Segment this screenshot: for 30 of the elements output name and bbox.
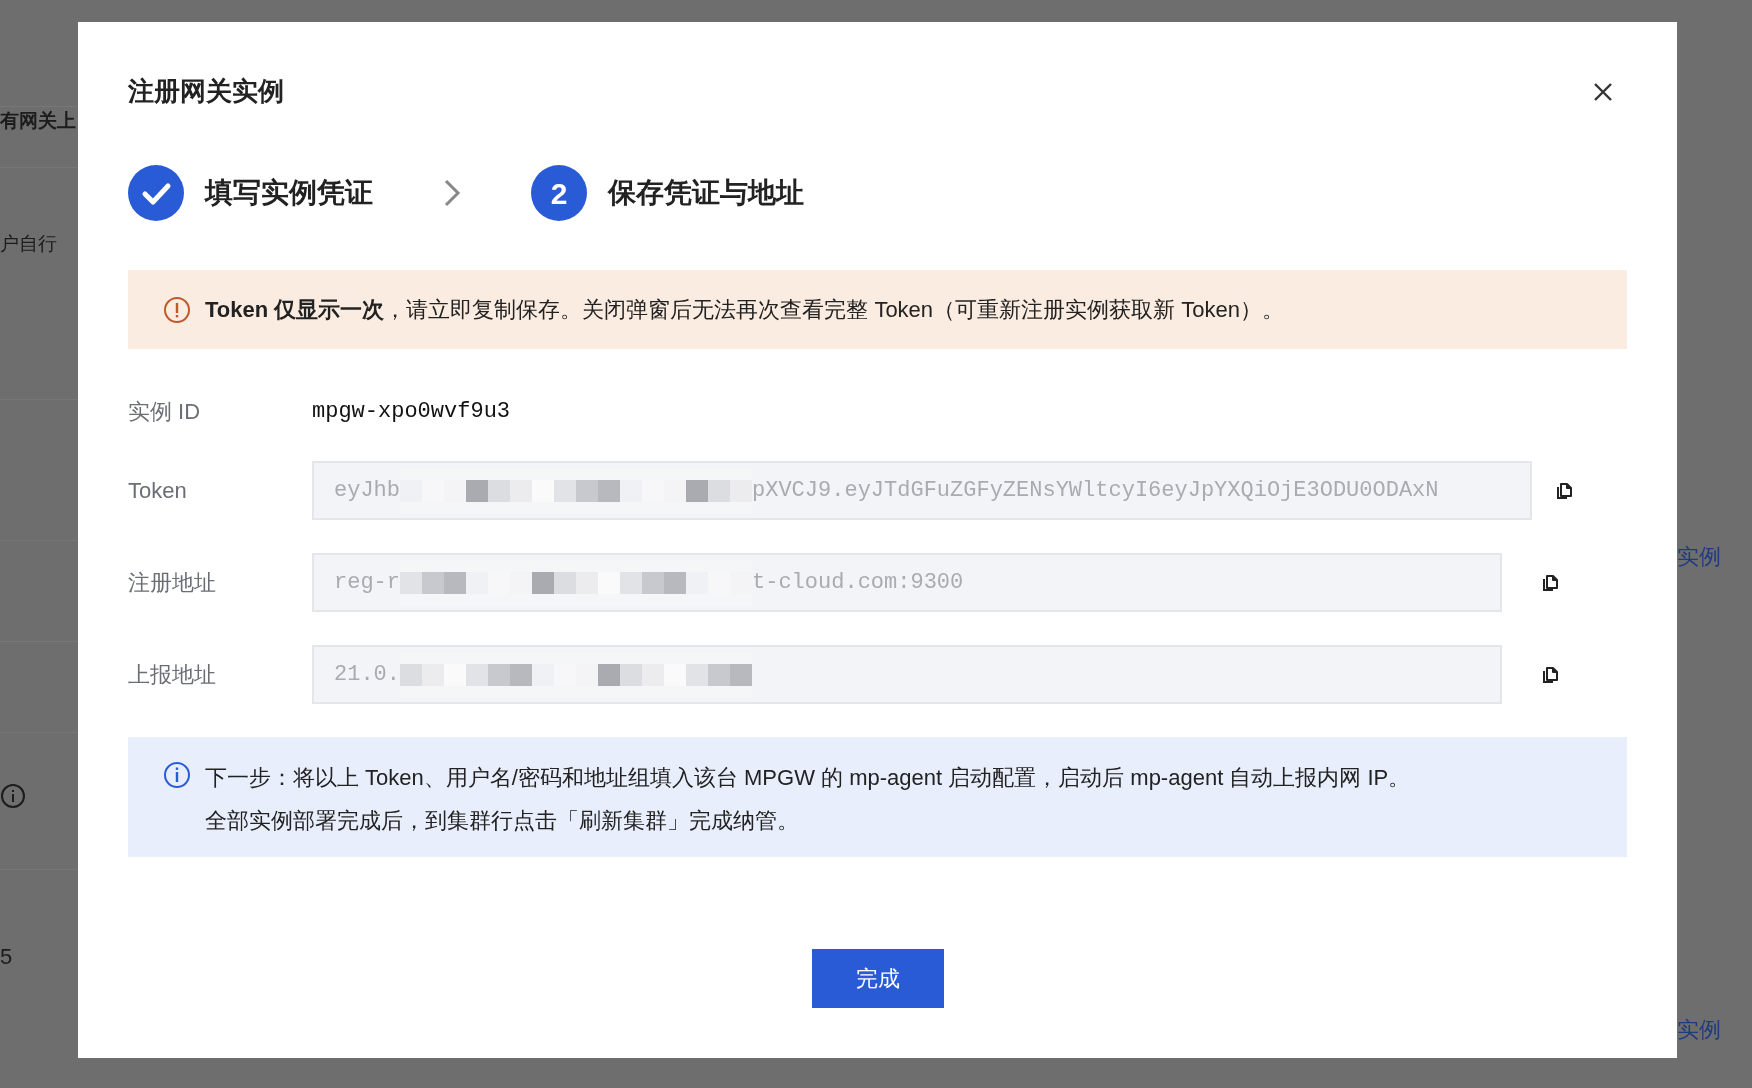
copy-icon[interactable] [1540, 664, 1560, 685]
readonly-field[interactable]: 21.0. [312, 645, 1502, 704]
step-number: 2 [531, 165, 587, 221]
instance-id: mpgw-xpo0wvf9u3 [312, 398, 511, 426]
warning-icon [163, 295, 191, 324]
step-label: 填写实例凭证 [205, 176, 373, 210]
field-label: 实例 ID [128, 398, 202, 426]
chevron-icon [443, 178, 461, 208]
step-label: 保存凭证与地址 [608, 176, 804, 210]
background-text: 有网关上 [0, 109, 77, 133]
field-label: 上报地址 [128, 661, 217, 689]
done-button[interactable]: 完成 [811, 949, 944, 1008]
info-icon [163, 761, 191, 789]
info-text: 下一步：将以上 Token、用户名/密码和地址组填入该台 MPGW 的 mp-agent 启动配置，启动后 mp-agent 自动上报内网 IP。 [205, 764, 1411, 792]
step-check-icon [128, 165, 184, 221]
info-icon [0, 782, 26, 809]
background-text: 5 [0, 942, 14, 971]
background-link[interactable]: 实例 [1677, 540, 1721, 573]
field-label: Token [128, 477, 188, 505]
background-link[interactable]: 实例 [1677, 1013, 1721, 1046]
readonly-field[interactable]: eyJhb pXVCJ9.eyJTdGFuZGFyZENsYWltcyI6eyJpYXQiOjE3ODU0ODAxN [312, 461, 1532, 520]
warning-text: Token 仅显示一次，请立即复制保存。关闭弹窗后无法再次查看完整 Token（可重新注册实例获取新 Token）。 [205, 296, 1284, 324]
close-icon [1593, 81, 1613, 102]
copy-icon[interactable] [1554, 480, 1574, 501]
field-label: 注册地址 [128, 569, 217, 597]
dialog-title: 注册网关实例 [128, 75, 284, 108]
info-text: 全部实例部署完成后，到集群行点击「刷新集群」完成纳管。 [205, 807, 800, 835]
background-text: 户自行 [0, 232, 58, 256]
readonly-field[interactable]: reg-r t-cloud.com:9300 [312, 553, 1502, 612]
copy-icon[interactable] [1540, 572, 1560, 593]
